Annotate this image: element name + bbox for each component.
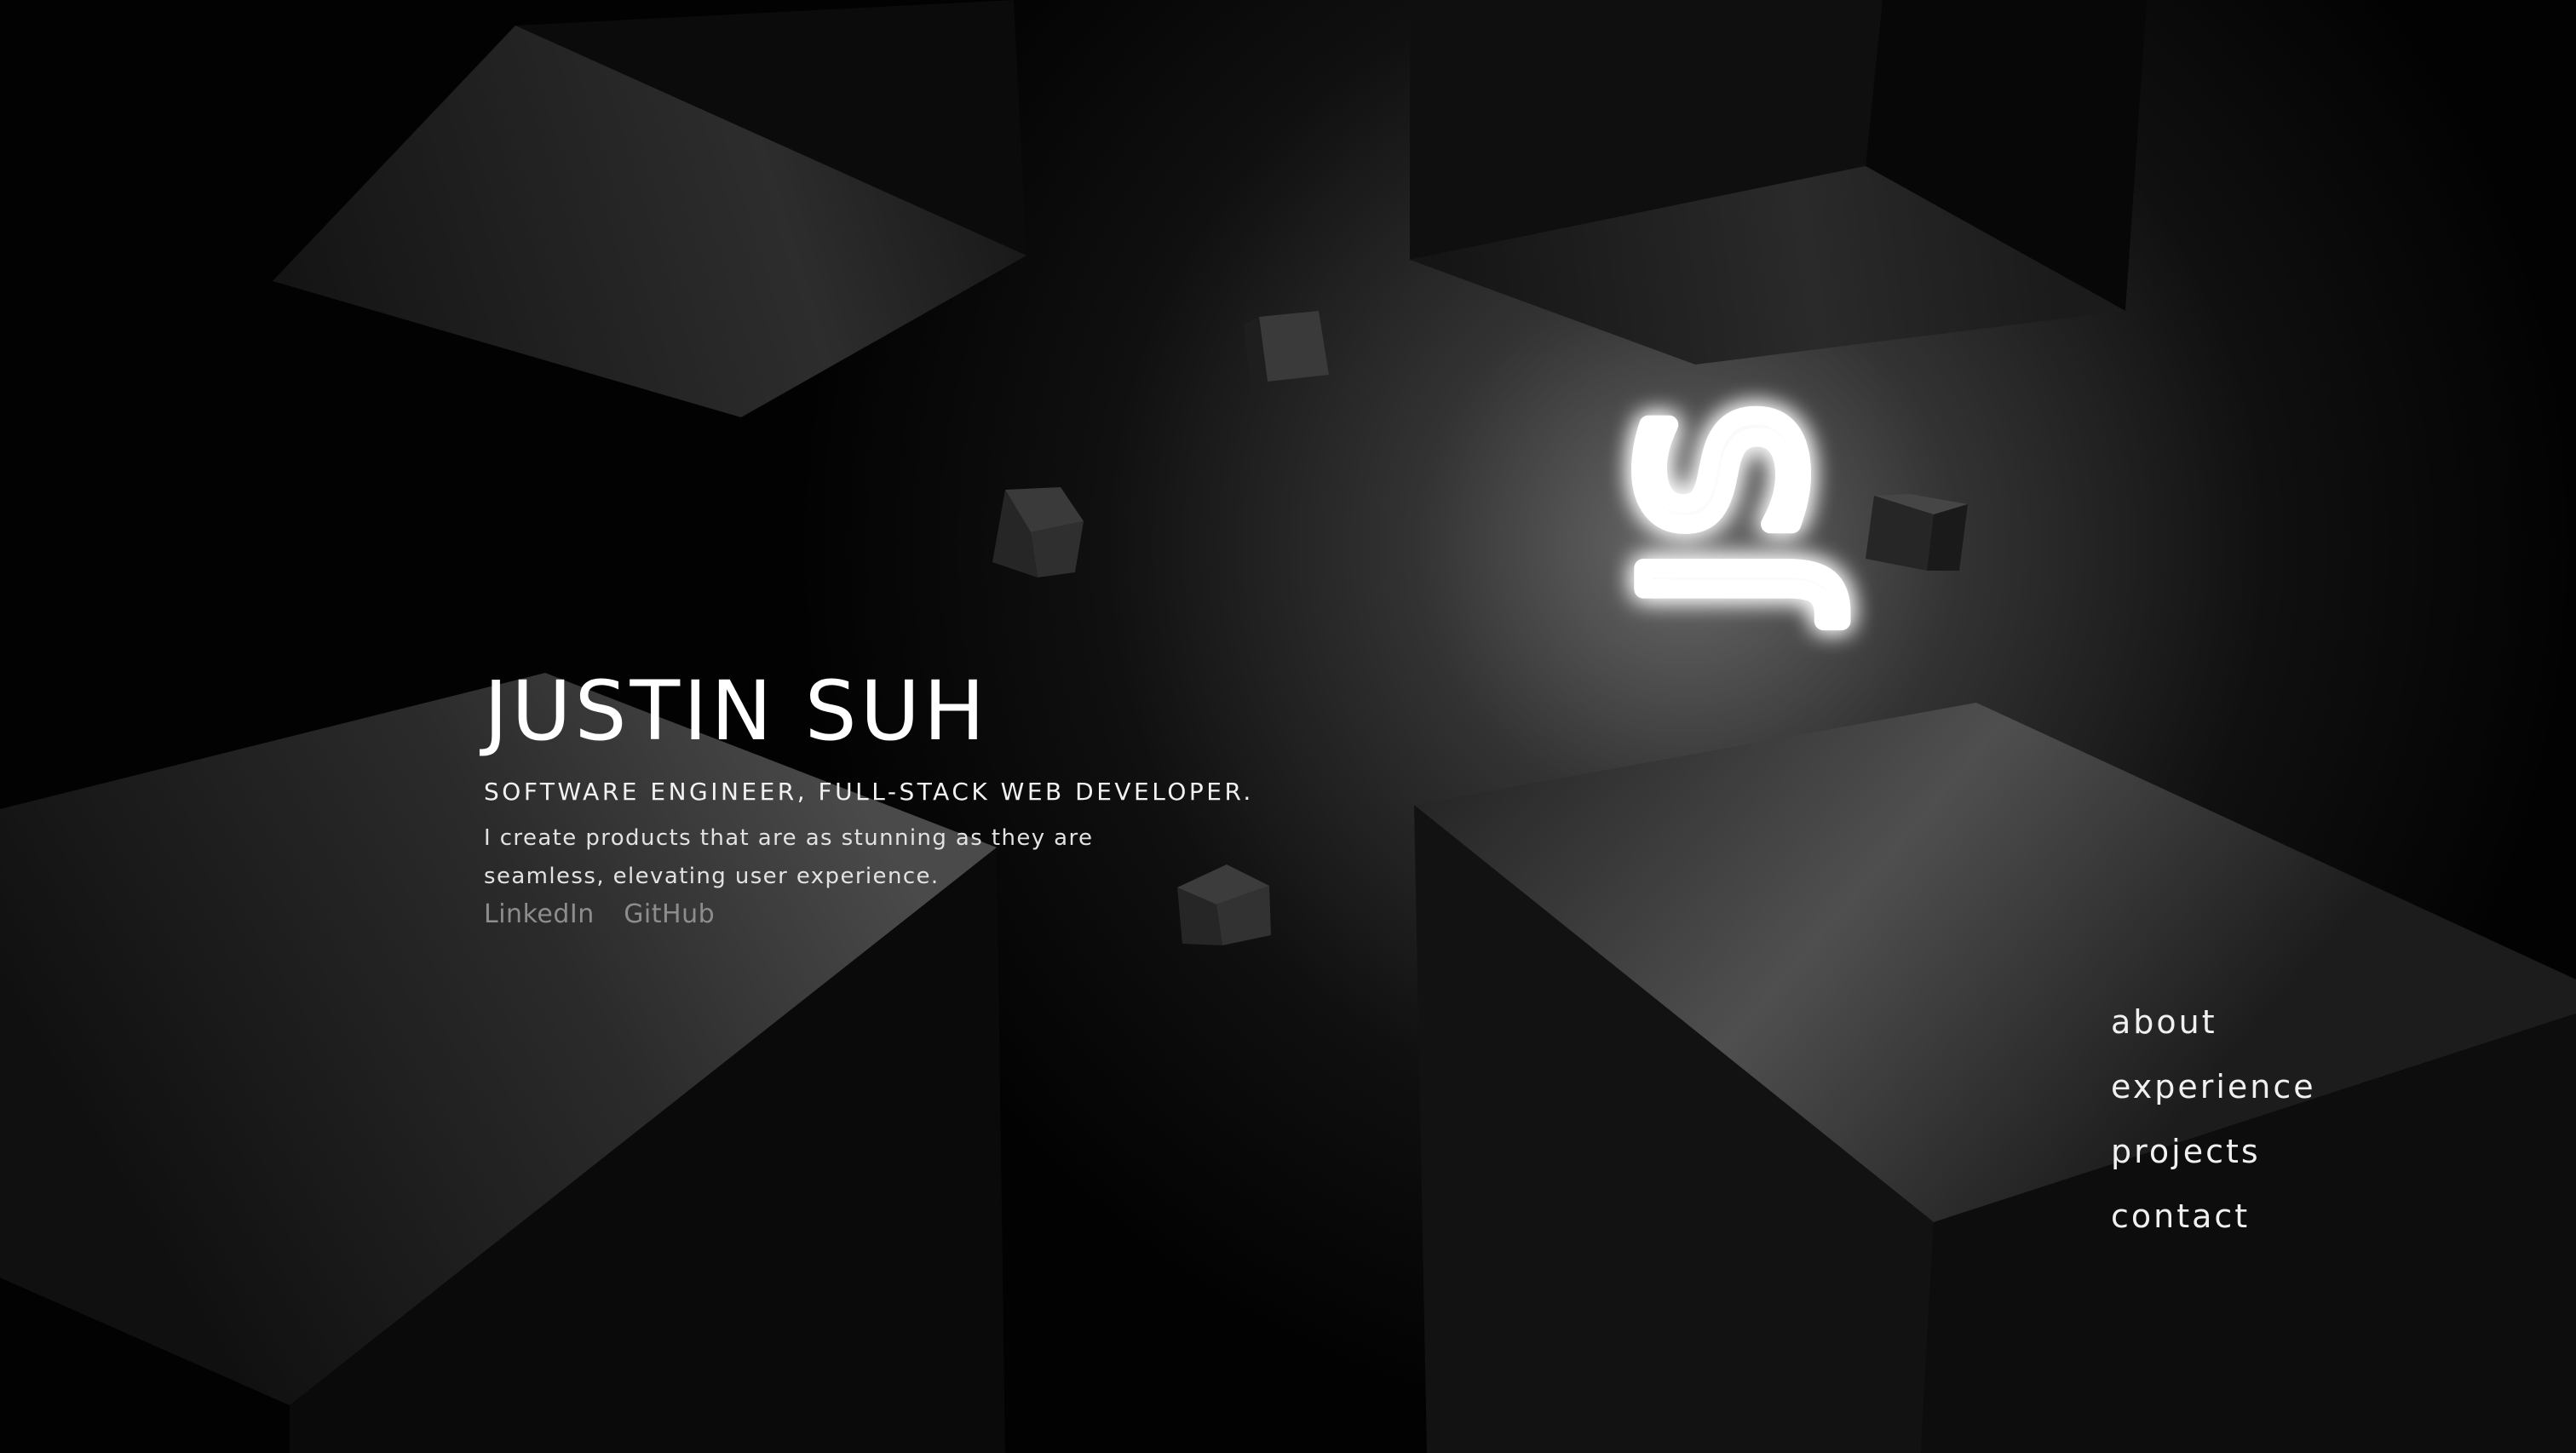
hero-description: I create products that are as stunning a… bbox=[484, 825, 1094, 889]
hero-role: SOFTWARE ENGINEER, FULL-STACK WEB DEVELO… bbox=[484, 778, 1254, 806]
js-logo-text: JS bbox=[1601, 395, 1849, 621]
nav-item-projects[interactable]: projects bbox=[2111, 1119, 2316, 1184]
small-cube-top bbox=[1244, 311, 1329, 388]
js-logo: JS bbox=[1592, 386, 1859, 630]
nav-item-contact[interactable]: contact bbox=[2111, 1184, 2316, 1249]
linkedin-link[interactable]: LinkedIn bbox=[484, 899, 595, 929]
small-cube-right bbox=[1866, 494, 1968, 571]
github-link[interactable]: GitHub bbox=[624, 899, 715, 929]
main-nav: about experience projects contact bbox=[2111, 990, 2316, 1249]
nav-item-about[interactable]: about bbox=[2111, 990, 2316, 1054]
hero-name: JUSTIN SUH bbox=[484, 663, 989, 759]
nav-item-experience[interactable]: experience bbox=[2111, 1054, 2316, 1119]
hero-section: JUSTIN SUH SOFTWARE ENGINEER, FULL-STACK… bbox=[484, 656, 1251, 929]
hero-links: LinkedIn GitHub bbox=[484, 899, 1251, 929]
